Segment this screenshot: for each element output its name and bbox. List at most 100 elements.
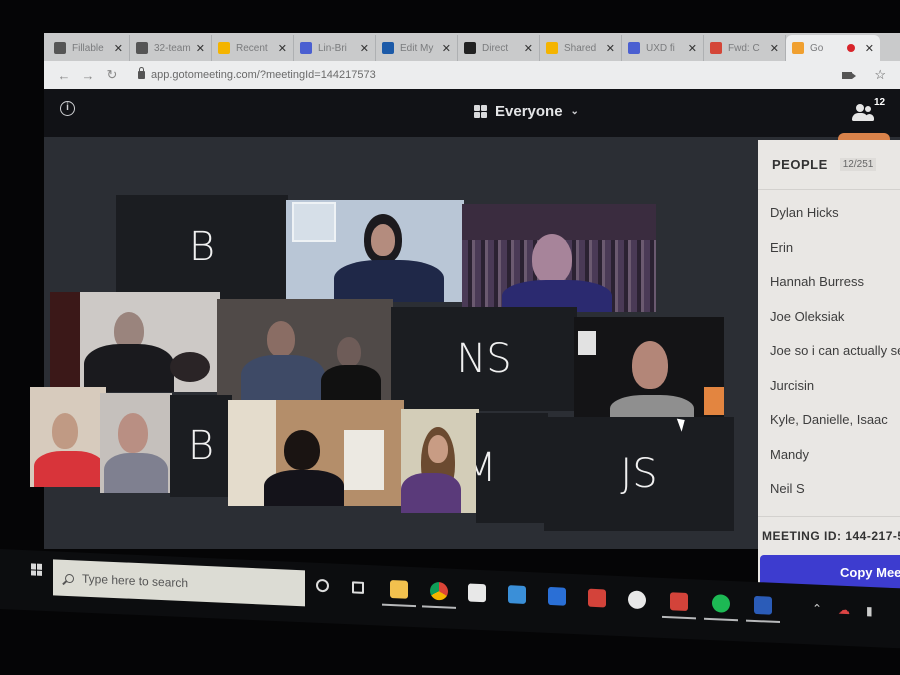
tab-label: Fwd: C [728, 42, 760, 54]
person-list-item[interactable]: Hannah Burress [758, 265, 900, 300]
close-tab-icon[interactable]: ✕ [278, 42, 287, 55]
camera-icon[interactable] [842, 71, 857, 79]
video-tile-initials[interactable]: NS [391, 307, 577, 411]
search-icon [65, 573, 74, 583]
tab-label: Direct [482, 42, 509, 54]
reload-icon[interactable]: ↻ [102, 67, 122, 83]
word-icon[interactable] [754, 595, 772, 615]
bookmark-star-icon[interactable]: ☆ [874, 67, 886, 83]
video-tile-initials[interactable]: M [476, 413, 548, 523]
view-selector[interactable]: Everyone ⌄ [474, 103, 579, 120]
close-tab-icon[interactable]: ✕ [360, 42, 369, 55]
file-explorer-icon[interactable] [390, 580, 408, 599]
google-docs-icon [300, 42, 312, 54]
person-list-item[interactable]: Kyle, Danielle, Isaac [758, 403, 900, 438]
video-tile[interactable] [217, 299, 393, 403]
video-tile[interactable] [30, 387, 106, 487]
meeting-app: i Everyone ⌄ 12 B NS B M JS PEOPLE 12/25… [30, 89, 900, 610]
video-tile[interactable] [228, 400, 404, 506]
person-list-item[interactable]: Dylan Hicks [758, 196, 900, 231]
onedrive-error-icon[interactable]: ☁ [838, 603, 850, 618]
back-icon[interactable]: ← [54, 68, 74, 83]
edge-icon[interactable] [548, 586, 566, 606]
video-tile[interactable] [401, 409, 479, 513]
tab-label: Fillable [72, 42, 104, 54]
browser-tab[interactable]: Go ✕ [786, 35, 880, 61]
people-panel-header: PEOPLE 12/251 [758, 140, 900, 190]
address-bar: ← → ↻ app.gotomeeting.com/?meetingId=144… [44, 61, 900, 89]
spotify-icon[interactable] [712, 594, 730, 613]
close-tab-icon[interactable]: ✕ [196, 42, 205, 55]
video-tile-initials[interactable]: B [116, 195, 288, 299]
close-tab-icon[interactable]: ✕ [865, 42, 874, 55]
browser-tab[interactable]: UXD fi ✕ [622, 35, 704, 61]
creative-cloud-icon[interactable] [588, 588, 606, 608]
people-panel-footer: MEETING ID: 144-217-573 Copy Meeting Inf… [758, 516, 900, 589]
task-view-icon[interactable] [352, 581, 364, 594]
video-tile[interactable] [50, 292, 220, 392]
running-app-indicator [704, 617, 738, 622]
browser-tab[interactable]: Recent ✕ [212, 35, 294, 61]
chrome-icon[interactable] [430, 581, 448, 601]
forward-icon[interactable]: → [78, 68, 98, 83]
behance-icon [464, 42, 476, 54]
person-list-item[interactable]: Neil S [758, 472, 900, 507]
tile-initials: B [187, 423, 215, 469]
grid-icon [474, 105, 487, 118]
tab-label: Go [810, 42, 824, 54]
browser-tab[interactable]: Direct ✕ [458, 35, 540, 61]
video-tile-initials[interactable]: B [170, 395, 232, 497]
close-tab-icon[interactable]: ✕ [114, 42, 123, 55]
creative-cloud-icon[interactable] [670, 592, 688, 612]
tab-label: Shared [564, 42, 597, 54]
running-app-indicator [746, 619, 780, 624]
video-tile[interactable] [574, 317, 724, 427]
close-tab-icon[interactable]: ✕ [606, 42, 615, 55]
google-drive-icon [218, 42, 230, 54]
video-tile-initials[interactable]: JS [544, 417, 734, 531]
cortana-icon[interactable] [316, 578, 329, 593]
person-list-item[interactable]: Erin [758, 231, 900, 266]
person-list-item[interactable]: Joe Oleksiak [758, 300, 900, 335]
browser-tab[interactable]: 32-team ✕ [130, 35, 212, 61]
browser-tab[interactable]: Fwd: C ✕ [704, 35, 786, 61]
running-app-indicator [422, 605, 456, 609]
battery-icon[interactable]: ▮ [866, 604, 873, 618]
video-tile[interactable] [286, 200, 464, 302]
browser-tab[interactable]: Shared ✕ [540, 35, 622, 61]
windows-start-icon[interactable] [31, 563, 43, 576]
close-tab-icon[interactable]: ✕ [688, 42, 697, 55]
close-tab-icon[interactable]: ✕ [770, 42, 779, 55]
person-list-item[interactable]: Jurcisin [758, 369, 900, 404]
people-panel: PEOPLE 12/251 Dylan Hicks Erin Hannah Burr… [758, 140, 900, 610]
lock-icon [138, 67, 145, 79]
person-list-item[interactable]: Joe so i can actually see [758, 334, 900, 369]
running-app-indicator [662, 615, 696, 620]
people-count: 12/251 [839, 158, 877, 171]
close-tab-icon[interactable]: ✕ [524, 42, 533, 55]
jotform-icon [136, 42, 148, 54]
tray-chevron-up-icon[interactable]: ⌃ [812, 601, 822, 615]
info-icon[interactable]: i [60, 101, 75, 116]
chevron-down-icon: ⌄ [570, 106, 579, 117]
store-icon[interactable] [468, 583, 486, 603]
browser-tab[interactable]: Lin-Bri ✕ [294, 35, 376, 61]
browser-tab[interactable]: Edit My ✕ [376, 35, 458, 61]
taskbar-search-input[interactable]: Type here to search [53, 559, 305, 607]
close-tab-icon[interactable]: ✕ [442, 42, 451, 55]
running-app-indicator [382, 603, 416, 608]
video-tile[interactable] [462, 204, 656, 312]
itunes-icon[interactable] [628, 590, 646, 610]
browser-tab[interactable]: Fillable ✕ [48, 35, 130, 61]
video-tile[interactable] [100, 393, 172, 493]
url-field[interactable]: app.gotomeeting.com/?meetingId=144217573 [151, 69, 376, 81]
google-docs-icon [628, 42, 640, 54]
tab-label: Recent [236, 42, 268, 54]
people-button[interactable]: 12 [852, 97, 885, 121]
tile-initials: NS [456, 336, 512, 382]
person-list-item[interactable]: Mandy [758, 438, 900, 473]
gotomeeting-icon [792, 42, 804, 54]
meeting-id: MEETING ID: 144-217-573 [762, 529, 900, 543]
people-list: Dylan Hicks Erin Hannah Burress Joe Oleksia… [758, 190, 900, 507]
mail-icon[interactable] [508, 585, 526, 604]
